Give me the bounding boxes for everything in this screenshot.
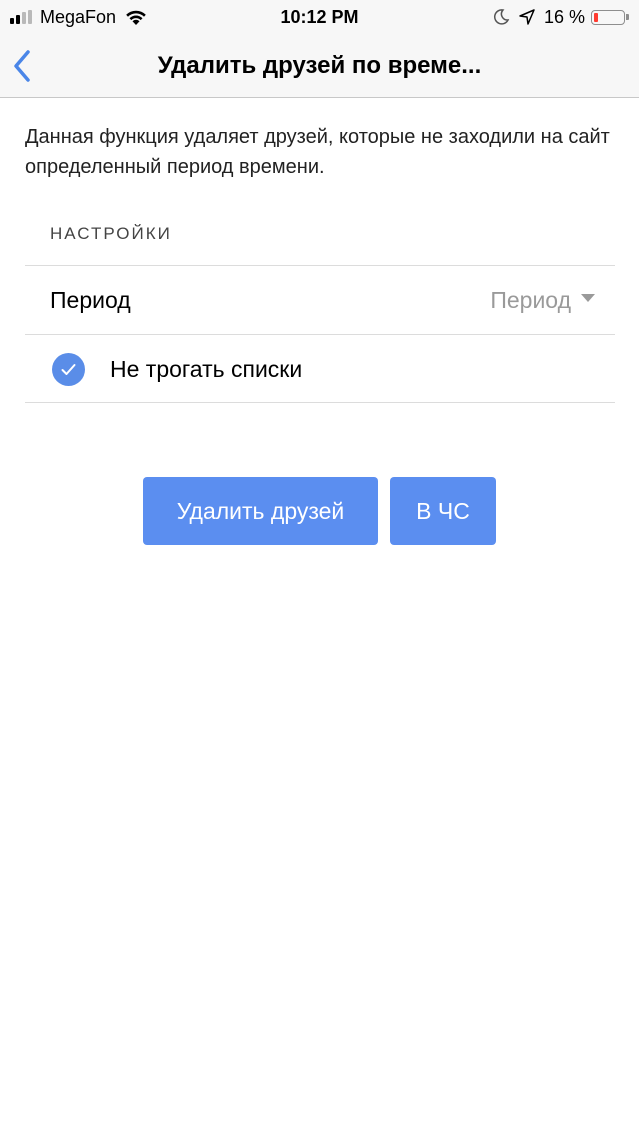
screen: MegaFon 10:12 PM 16 % Удалить друзей по … bbox=[0, 0, 639, 1136]
period-dropdown[interactable]: Период bbox=[490, 286, 595, 314]
battery-level bbox=[594, 12, 598, 22]
status-bar: MegaFon 10:12 PM 16 % bbox=[0, 0, 639, 34]
page-title: Удалить друзей по време... bbox=[157, 52, 482, 79]
checkmark-icon bbox=[61, 364, 76, 375]
battery-percent: 16 % bbox=[543, 6, 585, 27]
battery-cap bbox=[626, 14, 629, 20]
divider bbox=[25, 402, 615, 403]
do-not-disturb-moon-icon bbox=[493, 9, 510, 25]
period-select-row[interactable]: Период Период bbox=[25, 266, 615, 334]
status-bar-right: 16 % bbox=[492, 5, 629, 29]
navigation-bar: Удалить друзей по време... bbox=[0, 34, 639, 98]
back-button[interactable] bbox=[8, 48, 40, 84]
feature-description: Данная функция удаляет друзей, которые н… bbox=[25, 126, 610, 178]
battery-icon bbox=[591, 9, 625, 25]
delete-friends-button[interactable]: Удалить друзей bbox=[143, 477, 378, 545]
chevron-left-icon bbox=[14, 50, 30, 82]
settings-section-header: НАСТРОЙКИ bbox=[50, 224, 172, 243]
period-label: Период bbox=[50, 287, 131, 313]
blacklist-button[interactable]: В ЧС bbox=[390, 477, 496, 545]
location-arrow-icon bbox=[519, 9, 535, 25]
keep-lists-checkbox[interactable] bbox=[52, 353, 85, 386]
keep-lists-label: Не трогать списки bbox=[110, 356, 303, 382]
dropdown-arrow-icon bbox=[581, 294, 595, 302]
period-dropdown-value: Период bbox=[490, 287, 571, 313]
keep-lists-row[interactable]: Не трогать списки bbox=[25, 335, 615, 402]
